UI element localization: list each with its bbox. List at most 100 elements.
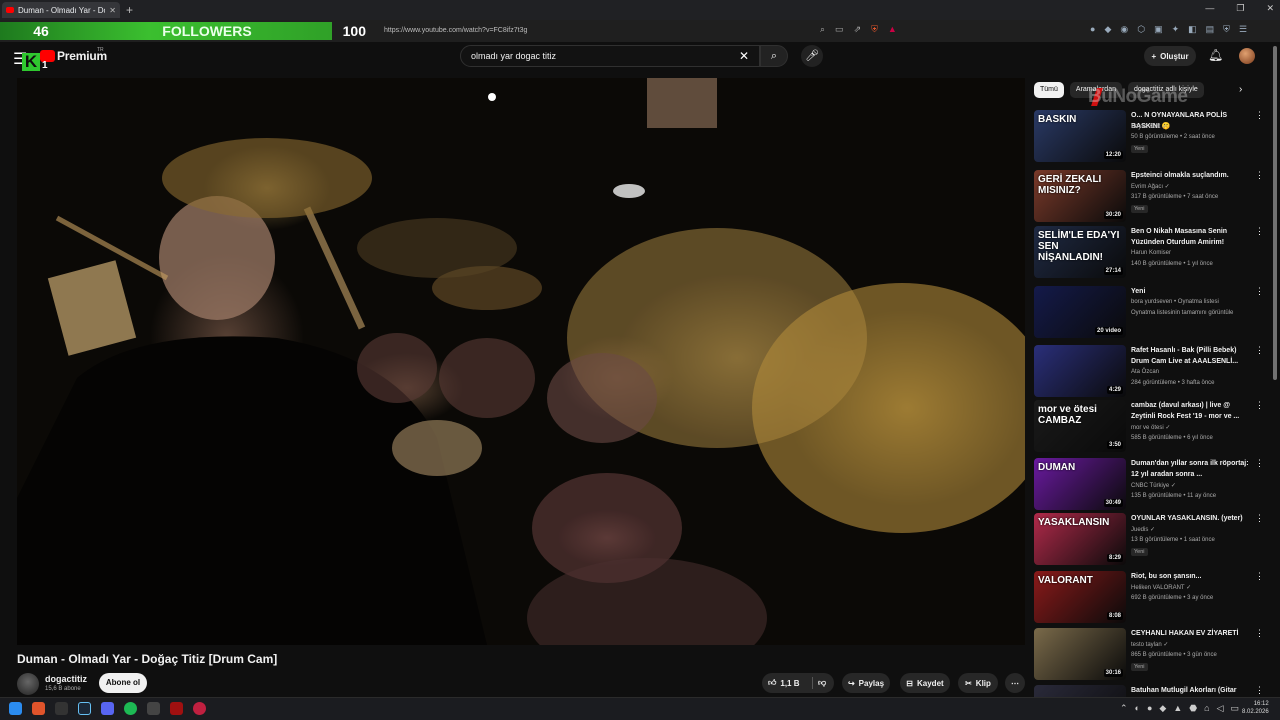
chips-next-arrow-icon[interactable]: › bbox=[1239, 84, 1242, 95]
brave-browser-icon[interactable] bbox=[32, 702, 45, 715]
recommended-video-title[interactable]: CEYHANLI HAKAN EV ZİYARETİ bbox=[1131, 628, 1255, 639]
page-scrollbar[interactable] bbox=[1273, 46, 1277, 380]
recommended-channel[interactable]: Harun Komiser bbox=[1131, 250, 1171, 256]
recommended-video[interactable]: YASAKLANSIN 8:29 OYUNLAR YASAKLANSIN. (yet… bbox=[1034, 513, 1264, 565]
tray-icon[interactable]: ⌃ bbox=[1120, 703, 1128, 714]
tray-icon[interactable]: ● bbox=[1147, 703, 1152, 714]
more-options-icon[interactable]: ⋮ bbox=[1255, 110, 1264, 121]
channel-name[interactable]: dogactitiz bbox=[45, 674, 87, 684]
chip-all[interactable]: Tümü bbox=[1034, 82, 1064, 98]
recommended-video[interactable]: 20 video Yeni bora yurdseven • Oynatma lis… bbox=[1034, 286, 1264, 338]
share-page-icon[interactable]: ⇗ bbox=[854, 24, 862, 35]
extension-icon[interactable]: ✦ bbox=[1172, 24, 1180, 35]
recommended-video[interactable]: 30:16 CEYHANLI HAKAN EV ZİYARETİ testo tay… bbox=[1034, 628, 1264, 680]
recommended-video[interactable]: VALORANT 8:08 Riot, bu son şansın... Helike… bbox=[1034, 571, 1264, 623]
subscribe-button[interactable]: Abone ol bbox=[99, 673, 147, 693]
video-player[interactable] bbox=[17, 78, 1025, 645]
extension-icon[interactable]: ⬡ bbox=[1137, 24, 1145, 35]
extension-icon[interactable]: ◉ bbox=[1120, 24, 1128, 35]
extension-icon[interactable]: ▣ bbox=[1154, 24, 1163, 35]
video-thumbnail[interactable]: 20 video bbox=[1034, 286, 1126, 338]
video-thumbnail[interactable]: 4:29 bbox=[1034, 345, 1126, 397]
steam-icon[interactable] bbox=[78, 702, 91, 715]
terminal-icon[interactable] bbox=[55, 702, 68, 715]
search-button[interactable]: ⌕ bbox=[760, 45, 788, 67]
clear-search-icon[interactable]: ✕ bbox=[739, 49, 749, 63]
close-window-button[interactable]: ✕ bbox=[1266, 3, 1274, 14]
rewards-icon[interactable]: ▲ bbox=[888, 24, 897, 35]
recommended-channel[interactable]: CNBC Türkiye ✓ bbox=[1131, 482, 1176, 489]
recommended-video-title[interactable]: Rafet Hasanlı - Bak (Pilli Bebek) Drum C… bbox=[1131, 345, 1255, 367]
voice-search-button[interactable]: 🎤︎ bbox=[801, 45, 823, 67]
zoom-icon[interactable]: ⌕ bbox=[820, 24, 825, 35]
recommended-video[interactable]: mor ve ötesi CAMBAZ 3:50 cambaz (davul ark… bbox=[1034, 400, 1264, 452]
recommended-channel[interactable]: Heliken VALORANT ✓ bbox=[1131, 584, 1191, 591]
create-button[interactable]: + Oluştur bbox=[1144, 46, 1196, 66]
volume-icon[interactable]: ◁ bbox=[1217, 703, 1224, 714]
recommended-channel[interactable]: Ata Özcan bbox=[1131, 369, 1159, 375]
cast-icon[interactable]: ▭ bbox=[835, 24, 844, 35]
more-options-icon[interactable]: ⋮ bbox=[1255, 685, 1264, 696]
sidebar-icon[interactable]: ◧ bbox=[1188, 24, 1197, 35]
url-text[interactable]: https://www.youtube.com/watch?v=FC8ifz7t… bbox=[384, 24, 527, 38]
tray-icon[interactable]: ▭ bbox=[1230, 703, 1239, 714]
tray-icon[interactable]: ◐ bbox=[1135, 703, 1140, 714]
more-options-icon[interactable]: ⋮ bbox=[1255, 345, 1264, 356]
video-thumbnail[interactable]: DUMAN 30:49 bbox=[1034, 458, 1126, 510]
recommended-video[interactable]: DUMAN 30:49 Duman'dan yıllar sonra ilk röp… bbox=[1034, 458, 1264, 510]
extension-icon[interactable]: ⛨ bbox=[1223, 24, 1230, 35]
save-button[interactable]: ⊟ Kaydet bbox=[900, 673, 950, 693]
more-options-icon[interactable]: ⋮ bbox=[1255, 458, 1264, 469]
recommended-channel[interactable]: Juedis ✓ bbox=[1131, 526, 1155, 533]
discord-icon[interactable] bbox=[101, 702, 114, 715]
video-thumbnail[interactable]: YASAKLANSIN 8:29 bbox=[1034, 513, 1126, 565]
dislike-button[interactable]: 👎︎ bbox=[811, 673, 833, 693]
recommended-video[interactable]: GERİ ZEKALI MISINIZ? 30:20 Epsteinci olmak… bbox=[1034, 170, 1264, 222]
search-box[interactable]: olmadı yar dogac titiz ✕ bbox=[460, 45, 760, 67]
recommended-channel[interactable]: mor ve ötesi ✓ bbox=[1131, 424, 1170, 431]
new-tab-button[interactable]: + bbox=[126, 2, 133, 18]
extension-icon[interactable]: ◆ bbox=[1104, 24, 1111, 35]
recommended-video-title[interactable]: OYUNLAR YASAKLANSIN. (yeter) bbox=[1131, 513, 1255, 524]
clip-button[interactable]: ✂ Klip bbox=[958, 673, 998, 693]
tray-icon[interactable]: ⬣ bbox=[1189, 703, 1197, 714]
video-thumbnail[interactable]: mor ve ötesi CAMBAZ 3:50 bbox=[1034, 400, 1126, 452]
recommended-video[interactable]: BASKIN 12:20 O... N OYNAYANLARA POLİS BASK… bbox=[1034, 110, 1264, 162]
video-thumbnail[interactable]: 30:16 bbox=[1034, 628, 1126, 680]
obs-icon[interactable] bbox=[147, 702, 160, 715]
recommended-video-title[interactable]: Yeni bbox=[1131, 286, 1255, 297]
browser-menu-icon[interactable]: ☰ bbox=[1239, 24, 1247, 35]
recommended-channel[interactable]: bora yurdseven • Oynatma listesi bbox=[1131, 299, 1219, 305]
app-icon[interactable] bbox=[170, 702, 183, 715]
recommended-channel[interactable]: Beyaz Kurt ✓ bbox=[1131, 123, 1167, 130]
more-options-icon[interactable]: ⋮ bbox=[1255, 286, 1264, 297]
extension-icon[interactable]: ● bbox=[1090, 24, 1095, 35]
video-thumbnail[interactable]: VALORANT 8:08 bbox=[1034, 571, 1126, 623]
search-input[interactable]: olmadı yar dogac titiz bbox=[471, 51, 739, 61]
recommended-channel[interactable]: testo taylan ✓ bbox=[1131, 641, 1168, 648]
more-actions-button[interactable]: ⋯ bbox=[1005, 673, 1025, 693]
more-options-icon[interactable]: ⋮ bbox=[1255, 400, 1264, 411]
video-thumbnail[interactable]: BASKIN 12:20 bbox=[1034, 110, 1126, 162]
more-options-icon[interactable]: ⋮ bbox=[1255, 170, 1264, 181]
video-thumbnail[interactable] bbox=[1034, 685, 1126, 697]
recommended-video-title[interactable]: Riot, bu son şansın... bbox=[1131, 571, 1255, 582]
video-thumbnail[interactable]: SELİM'LE EDA'YI SEN NİŞANLADIN! 27:14 bbox=[1034, 226, 1126, 278]
minimize-button[interactable]: — bbox=[1205, 3, 1214, 14]
more-options-icon[interactable]: ⋮ bbox=[1255, 628, 1264, 639]
more-options-icon[interactable]: ⋮ bbox=[1255, 571, 1264, 582]
recommended-video-title[interactable]: Epsteinci olmakla suçlandım. bbox=[1131, 170, 1255, 181]
recommended-video-title[interactable]: Ben O Nikah Masasına Senin Yüzünden Otur… bbox=[1131, 226, 1255, 248]
tray-icon[interactable]: ▲ bbox=[1173, 703, 1182, 714]
recommended-video-title[interactable]: Duman'dan yıllar sonra ilk röportaj: 12 … bbox=[1131, 458, 1255, 480]
recommended-channel[interactable]: Evrim Ağacı ✓ bbox=[1131, 183, 1170, 190]
taskbar-clock[interactable]: 16:12 8.02.2026 bbox=[1242, 700, 1269, 716]
notifications-bell-icon[interactable]: 🔔︎ bbox=[1208, 48, 1223, 62]
browser-tab[interactable]: Duman - Olmadı Yar - Doğaç ✕ bbox=[2, 2, 120, 18]
more-options-icon[interactable]: ⋮ bbox=[1255, 513, 1264, 524]
app-icon[interactable] bbox=[193, 702, 206, 715]
brave-shield-icon[interactable]: ⛨ bbox=[871, 24, 878, 35]
recommended-video[interactable]: SELİM'LE EDA'YI SEN NİŞANLADIN! 27:14 Ben … bbox=[1034, 226, 1264, 278]
share-button[interactable]: ↪ Paylaş bbox=[842, 673, 890, 693]
network-icon[interactable]: ⌂ bbox=[1204, 703, 1209, 714]
